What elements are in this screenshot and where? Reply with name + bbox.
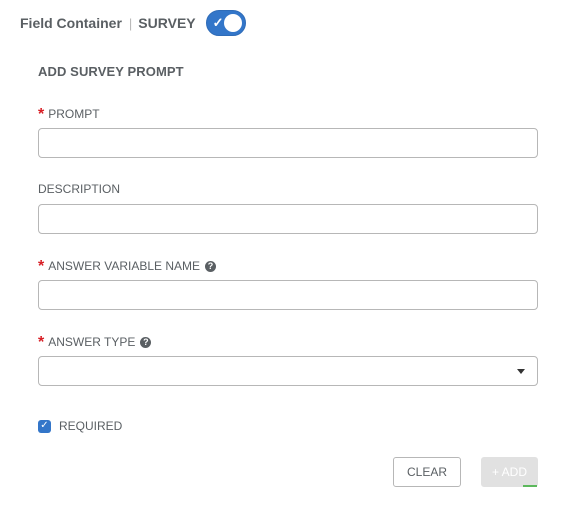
prompt-label-text: PROMPT <box>48 107 100 121</box>
add-button[interactable]: + ADD <box>481 457 538 487</box>
required-marker: * <box>38 106 45 123</box>
required-checkbox-row[interactable]: ✓ REQUIRED <box>38 419 122 433</box>
check-icon: ✓ <box>212 15 224 30</box>
required-checkbox-label: REQUIRED <box>59 419 123 433</box>
help-icon[interactable]: ? <box>140 336 152 348</box>
prompt-input[interactable] <box>38 128 538 158</box>
variable-label-text: ANSWER VARIABLE NAME <box>48 259 201 273</box>
description-label: DESCRIPTION <box>38 182 120 196</box>
title-separator: | <box>128 15 133 31</box>
clear-button[interactable]: CLEAR <box>393 457 461 487</box>
answer-type-label-text: ANSWER TYPE <box>48 335 136 349</box>
survey-toggle[interactable]: ✓ <box>205 10 246 36</box>
required-marker: * <box>38 258 45 275</box>
answer-type-select[interactable] <box>38 356 538 386</box>
caret-down-icon <box>517 369 525 374</box>
variable-label: * ANSWER VARIABLE NAME ? <box>38 256 217 276</box>
form-title: ADD SURVEY PROMPT <box>38 64 184 79</box>
header-bar: Field Container | SURVEY ✓ <box>20 10 246 36</box>
answer-type-label: * ANSWER TYPE ? <box>38 332 152 352</box>
page-title: Field Container <box>20 15 122 31</box>
required-checkbox[interactable]: ✓ <box>38 419 51 433</box>
toggle-knob <box>223 14 242 32</box>
description-input[interactable] <box>38 204 538 234</box>
help-icon[interactable]: ? <box>205 260 217 272</box>
section-title: SURVEY <box>138 15 196 31</box>
prompt-label: * PROMPT <box>38 104 100 124</box>
add-button-label: + ADD <box>491 465 527 479</box>
add-button-accent <box>523 485 537 487</box>
answer-variable-name-input[interactable] <box>38 280 538 310</box>
required-marker: * <box>38 334 45 351</box>
description-label-text: DESCRIPTION <box>38 182 121 196</box>
